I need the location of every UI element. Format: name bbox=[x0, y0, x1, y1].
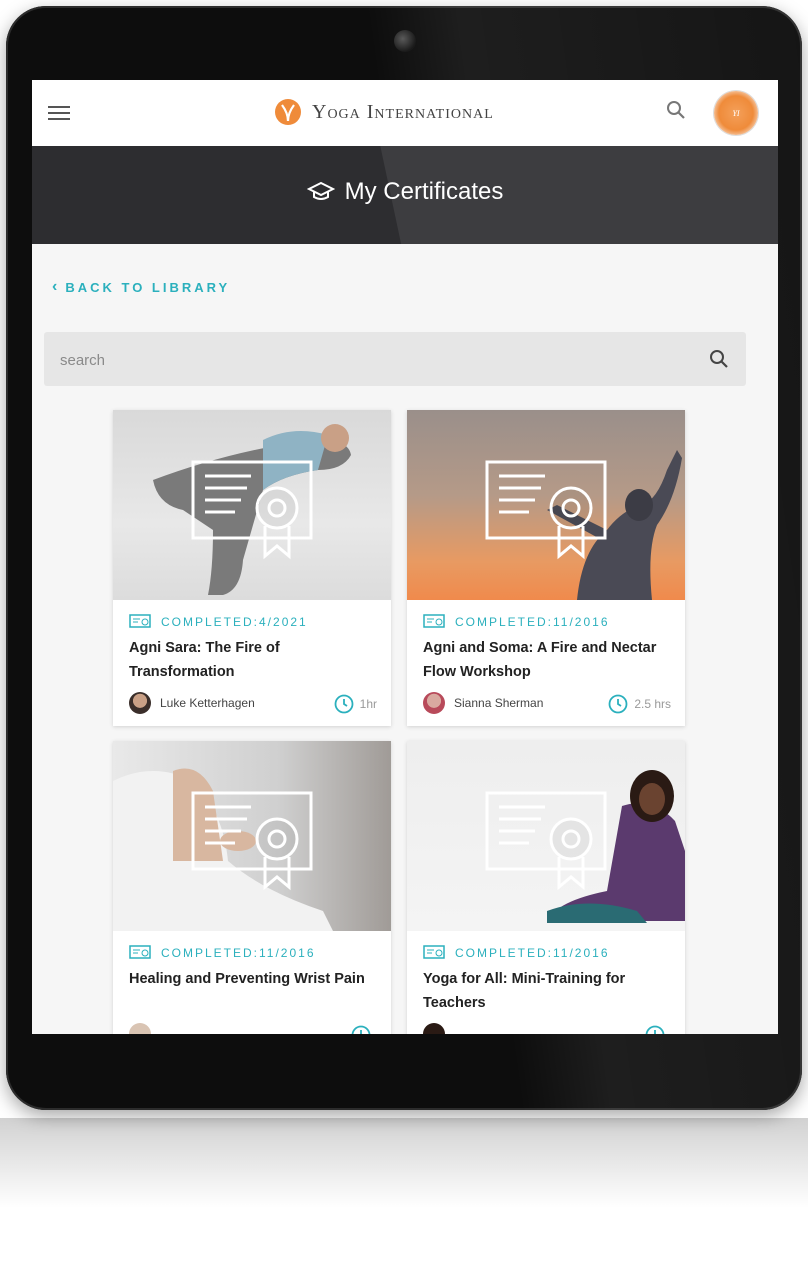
search-input[interactable] bbox=[58, 332, 682, 388]
certificate-icon bbox=[485, 460, 607, 560]
author-avatar bbox=[423, 692, 445, 714]
duration-label: 1hr bbox=[359, 697, 377, 711]
course-title[interactable]: Healing and Preventing Wrist Pain bbox=[129, 967, 381, 991]
back-to-library-link[interactable]: ‹ BACK TO LIBRARY bbox=[52, 278, 230, 296]
author-name[interactable]: Sianna Sherman bbox=[454, 696, 543, 710]
author-name[interactable]: Luke Ketterhagen bbox=[160, 696, 255, 710]
course-title[interactable]: Agni Sara: The Fire of Transformation bbox=[129, 636, 381, 684]
completed-label: COMPLETED:11/2016 bbox=[161, 946, 316, 960]
duration-label: 2.5 hrs bbox=[634, 697, 671, 711]
author-avatar bbox=[129, 1023, 151, 1034]
top-bar: Yoga International YI bbox=[32, 80, 778, 147]
certificate-icon bbox=[191, 791, 313, 891]
card-image bbox=[407, 410, 685, 600]
camera-lens bbox=[394, 30, 416, 52]
search-icon[interactable] bbox=[664, 98, 688, 122]
user-avatar[interactable]: YI bbox=[714, 91, 758, 135]
certificate-icon bbox=[129, 614, 151, 628]
completed-label: COMPLETED:11/2016 bbox=[455, 615, 610, 629]
certificate-card[interactable]: COMPLETED:4/2021 Agni Sara: The Fire of … bbox=[113, 410, 391, 726]
chevron-left-icon: ‹ bbox=[52, 278, 58, 295]
certificate-card[interactable]: COMPLETED:11/2016 Agni and Soma: A Fire … bbox=[407, 410, 685, 726]
yoga-logo-icon bbox=[275, 99, 301, 125]
certificate-icon bbox=[191, 460, 313, 560]
app-screen: Yoga International YI My Certificates ‹ … bbox=[32, 80, 778, 1034]
page-title: My Certificates bbox=[344, 178, 504, 205]
search-bar bbox=[44, 332, 746, 388]
author-avatar bbox=[423, 1023, 445, 1034]
back-link-label: BACK TO LIBRARY bbox=[65, 279, 231, 295]
brand-name: Yoga International bbox=[312, 100, 494, 123]
graduation-cap-icon bbox=[306, 181, 335, 200]
certificate-icon bbox=[485, 791, 607, 891]
clock-icon bbox=[351, 1025, 371, 1034]
certificate-card[interactable]: COMPLETED:11/2016 Yoga for All: Mini-Tra… bbox=[407, 741, 685, 1034]
certificate-icon bbox=[129, 945, 151, 959]
completed-label: COMPLETED:11/2016 bbox=[455, 946, 610, 960]
course-title[interactable]: Yoga for All: Mini-Training for Teachers bbox=[423, 967, 675, 1015]
card-image bbox=[407, 741, 685, 931]
hamburger-icon[interactable] bbox=[48, 102, 72, 122]
device-shadow bbox=[0, 1118, 808, 1208]
certificate-icon bbox=[423, 945, 445, 959]
completed-label: COMPLETED:4/2021 bbox=[161, 615, 308, 629]
clock-icon bbox=[608, 694, 628, 714]
card-image bbox=[113, 741, 391, 931]
certificate-icon bbox=[423, 614, 445, 628]
author-avatar bbox=[129, 692, 151, 714]
clock-icon bbox=[645, 1025, 665, 1034]
card-image bbox=[113, 410, 391, 600]
brand-logo[interactable]: Yoga International bbox=[274, 96, 494, 128]
page-header: My Certificates bbox=[32, 146, 778, 244]
search-icon[interactable] bbox=[708, 348, 730, 370]
course-title[interactable]: Agni and Soma: A Fire and Nectar Flow Wo… bbox=[423, 636, 675, 684]
clock-icon bbox=[334, 694, 354, 714]
certificate-card[interactable]: COMPLETED:11/2016 Healing and Preventing… bbox=[113, 741, 391, 1034]
